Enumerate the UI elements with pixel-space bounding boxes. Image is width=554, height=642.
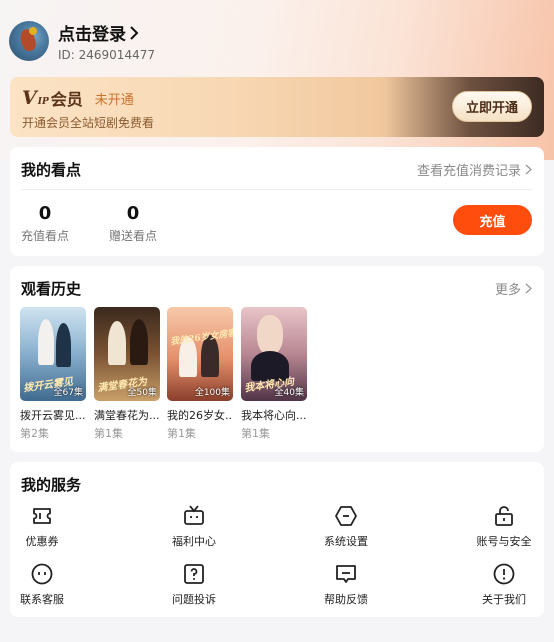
gift-points-stat[interactable]: 0 赠送看点: [109, 203, 157, 244]
activate-vip-button[interactable]: 立即开通: [452, 91, 532, 122]
drama-poster[interactable]: 拨开云雾见 全67集: [20, 307, 86, 401]
settings-icon: [335, 506, 357, 526]
chevron-right-icon: [130, 25, 139, 40]
recharge-points-stat[interactable]: 0 充值看点: [21, 203, 69, 244]
history-item[interactable]: 我本将心向 全40集 我本将心向... 第1集: [241, 307, 307, 441]
points-title: 我的看点: [21, 161, 82, 179]
recharge-button[interactable]: 充值: [453, 205, 532, 235]
drama-episode: 第2集: [20, 427, 49, 440]
drama-poster[interactable]: 满堂春花为 全50集: [94, 307, 160, 401]
feedback-icon: [336, 565, 356, 583]
points-card: 我的看点 查看充值消费记录 0 充值看点 0 赠送看点 充值: [10, 147, 544, 256]
vip-name: 会员: [50, 90, 83, 109]
drama-title: 拨开云雾见...: [20, 409, 86, 422]
vip-status: 未开通: [94, 92, 134, 108]
recharge-records-link[interactable]: 查看充值消费记录: [417, 160, 532, 179]
complaint-icon: [184, 564, 204, 584]
chevron-right-icon: [525, 283, 532, 294]
tv-icon: [184, 505, 204, 525]
episode-count-badge: 全50集: [127, 388, 157, 398]
service-welfare-center[interactable]: 福利中心: [154, 504, 234, 549]
service-account-security[interactable]: 账号与安全: [464, 504, 544, 549]
avatar[interactable]: [9, 21, 49, 61]
history-title: 观看历史: [21, 280, 82, 298]
ticket-icon: [33, 508, 51, 524]
more-link[interactable]: 更多: [495, 279, 532, 298]
profile-header[interactable]: 点击登录 ID: 2469014477: [9, 20, 155, 62]
drama-poster[interactable]: 我的26岁女房客 全100集: [167, 307, 233, 401]
vip-badge: V IP: [22, 87, 49, 109]
drama-title: 我的26岁女...: [167, 409, 233, 422]
divider: [21, 189, 532, 190]
drama-title: 我本将心向...: [241, 409, 307, 422]
service-help-feedback[interactable]: 帮助反馈: [306, 562, 386, 607]
episode-count-badge: 全67集: [53, 388, 83, 398]
vip-subtitle: 开通会员全站短剧免费看: [22, 116, 155, 130]
service-complaint[interactable]: 问题投诉: [154, 562, 234, 607]
service-system-settings[interactable]: 系统设置: [306, 504, 386, 549]
history-item[interactable]: 满堂春花为 全50集 满堂春花为... 第1集: [94, 307, 160, 441]
watch-history-card: 观看历史 更多 拨开云雾见 全67集 拨开云雾见... 第2集 满堂春花为 全5…: [10, 266, 544, 452]
info-icon: [493, 563, 515, 585]
drama-title: 满堂春花为...: [94, 409, 160, 422]
login-link[interactable]: 点击登录: [58, 20, 155, 45]
login-title[interactable]: 点击登录: [58, 20, 126, 45]
service-about-us[interactable]: 关于我们: [464, 562, 544, 607]
service-coupon[interactable]: 优惠券: [2, 504, 82, 549]
history-item[interactable]: 我的26岁女房客 全100集 我的26岁女... 第1集: [167, 307, 233, 441]
episode-count-badge: 全40集: [274, 388, 304, 398]
customer-service-icon: [31, 563, 53, 585]
drama-episode: 第1集: [94, 427, 123, 440]
vip-card[interactable]: V IP 会员 未开通 开通会员全站短剧免费看 立即开通: [10, 77, 544, 137]
episode-count-badge: 全100集: [194, 388, 230, 398]
lock-icon: [495, 506, 513, 526]
history-item[interactable]: 拨开云雾见 全67集 拨开云雾见... 第2集: [20, 307, 86, 441]
drama-poster[interactable]: 我本将心向 全40集: [241, 307, 307, 401]
user-id: ID: 2469014477: [58, 48, 155, 62]
services-card: 我的服务 优惠券 福利中心 系统设置 账号与安全 联系客服 问题投诉 帮助反馈 …: [10, 462, 544, 617]
drama-episode: 第1集: [241, 427, 270, 440]
service-customer-service[interactable]: 联系客服: [2, 562, 82, 607]
chevron-right-icon: [525, 164, 532, 175]
poster-title: 我的26岁女房客: [169, 328, 233, 348]
services-title: 我的服务: [21, 476, 82, 494]
drama-episode: 第1集: [167, 427, 196, 440]
